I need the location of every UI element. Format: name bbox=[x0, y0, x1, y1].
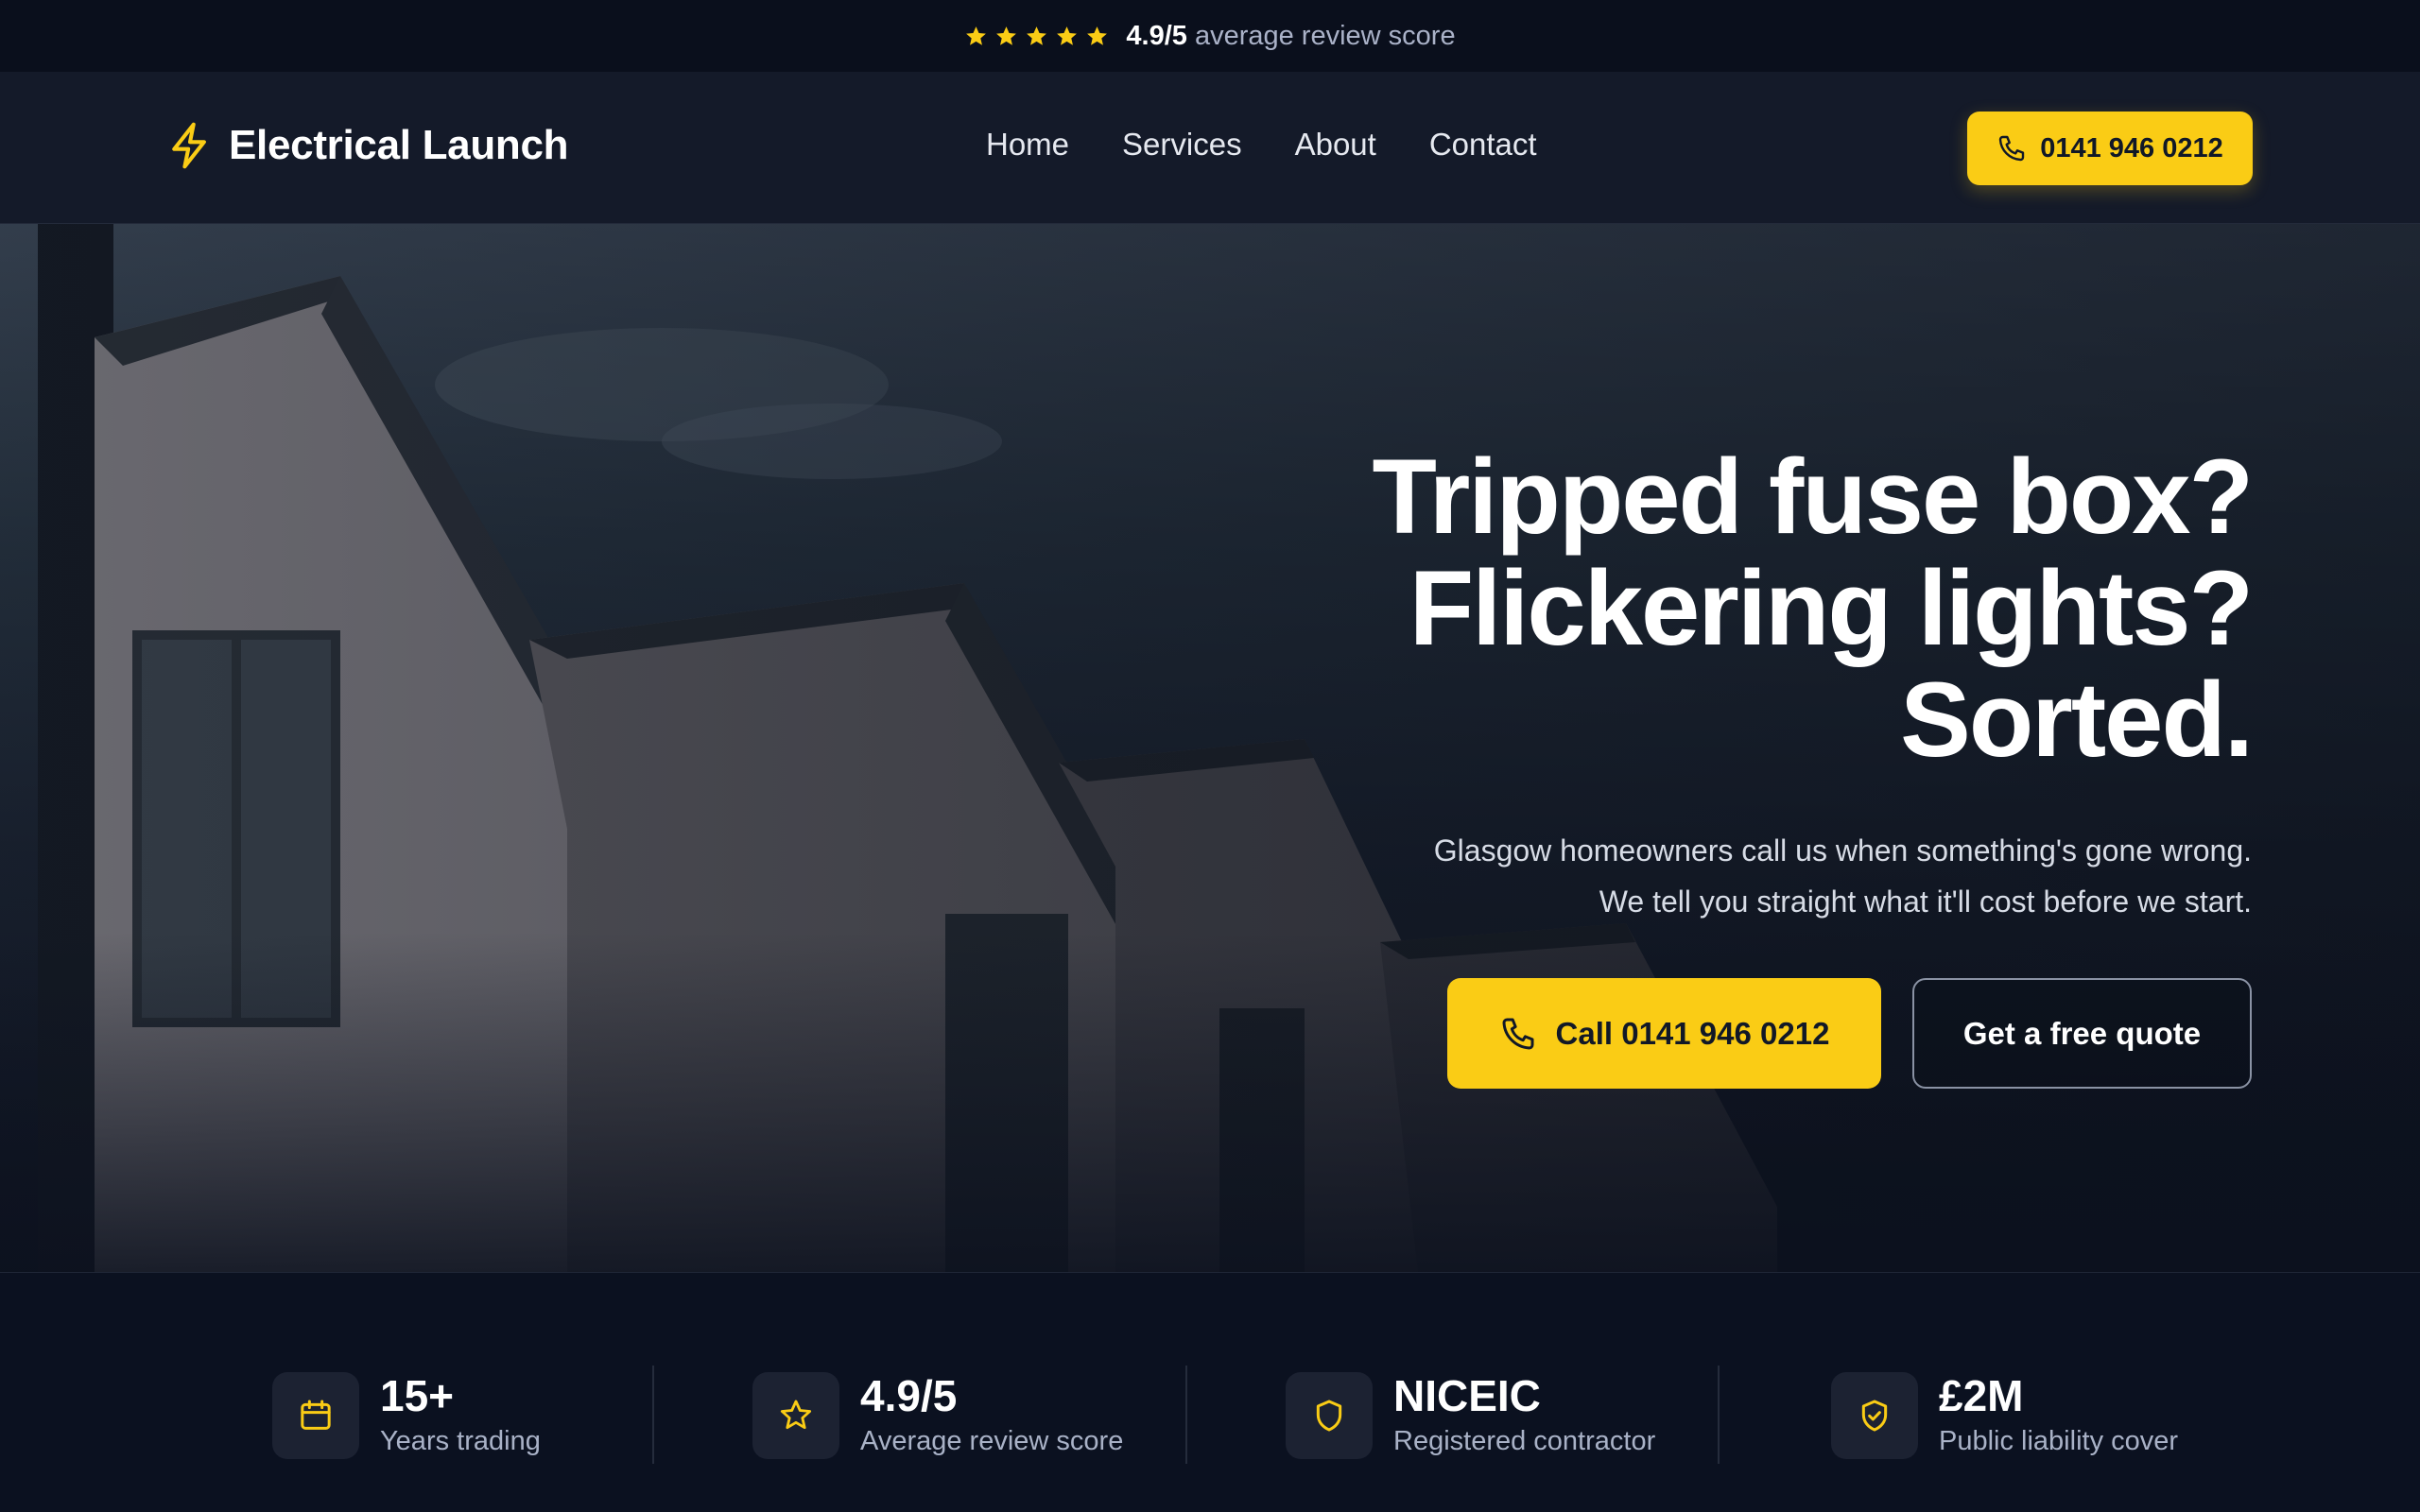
star-icon bbox=[1055, 25, 1079, 48]
phone-icon bbox=[1499, 1015, 1537, 1053]
stat-label: Registered contractor bbox=[1393, 1426, 1656, 1456]
logo[interactable]: Electrical Launch bbox=[168, 121, 569, 170]
stat-years-trading: 15+ Years trading bbox=[272, 1371, 541, 1460]
hero-subtitle: Glasgow homeowners call us when somethin… bbox=[1433, 833, 2252, 919]
star-icon bbox=[964, 25, 988, 48]
hero-actions: Call 0141 946 0212 Get a free quote bbox=[1447, 978, 2252, 1089]
main-nav: Home Services About Contact bbox=[986, 127, 1537, 163]
lightning-bolt-icon bbox=[168, 121, 212, 170]
stat-label: Years trading bbox=[380, 1426, 541, 1456]
rating-summary: 4.9/5 average review score bbox=[1126, 21, 1455, 52]
hero-content: Tripped fuse box? Flickering lights? Sor… bbox=[1212, 438, 2254, 927]
logo-text: Electrical Launch bbox=[229, 122, 569, 168]
calendar-icon bbox=[272, 1372, 359, 1459]
stat-value: £2M bbox=[1939, 1371, 2024, 1420]
header-call-button[interactable]: 0141 946 0212 bbox=[1967, 112, 2253, 185]
phone-icon bbox=[1996, 133, 2027, 163]
stat-value: NICEIC bbox=[1393, 1371, 1541, 1420]
star-icon bbox=[752, 1372, 839, 1459]
rating-score: 4.9/5 bbox=[1126, 20, 1187, 51]
rating-stars bbox=[964, 25, 1109, 48]
shield-check-icon bbox=[1831, 1372, 1918, 1459]
nav-link-services[interactable]: Services bbox=[1122, 127, 1242, 163]
hero-title-line: Flickering lights? bbox=[1409, 549, 2254, 667]
stat-niceic: NICEIC Registered contractor bbox=[1286, 1371, 1655, 1460]
stat-label: Public liability cover bbox=[1939, 1426, 2179, 1456]
rating-strip: 4.9/5 average review score bbox=[0, 0, 2420, 72]
star-icon bbox=[994, 25, 1018, 48]
stat-label: Average review score bbox=[860, 1426, 1124, 1456]
hero-title: Tripped fuse box? Flickering lights? Sor… bbox=[1212, 438, 2254, 779]
call-now-label: Call 0141 946 0212 bbox=[1555, 1015, 1830, 1051]
nav-link-about[interactable]: About bbox=[1295, 127, 1376, 163]
header-call-label: 0141 946 0212 bbox=[2040, 132, 2223, 163]
free-quote-label: Get a free quote bbox=[1962, 1015, 2202, 1051]
stat-value: 15+ bbox=[380, 1371, 455, 1420]
hero-title-line: Sorted. bbox=[1900, 661, 2254, 779]
nav-link-home[interactable]: Home bbox=[986, 127, 1069, 163]
hero-title-line: Tripped fuse box? bbox=[1372, 438, 2254, 556]
rating-caption: average review score bbox=[1194, 20, 1456, 51]
stat-divider bbox=[1718, 1366, 1720, 1464]
stat-review-score: 4.9/5 Average review score bbox=[752, 1371, 1123, 1460]
call-now-button[interactable]: Call 0141 946 0212 bbox=[1447, 978, 1881, 1089]
stats-bar: 15+ Years trading 4.9/5 Average review s… bbox=[0, 1272, 2420, 1512]
nav-link-contact[interactable]: Contact bbox=[1429, 127, 1537, 163]
free-quote-button[interactable]: Get a free quote bbox=[1912, 978, 2252, 1089]
stat-divider bbox=[1185, 1366, 1187, 1464]
star-icon bbox=[1085, 25, 1109, 48]
star-icon bbox=[1025, 25, 1048, 48]
shield-icon bbox=[1286, 1372, 1373, 1459]
stat-divider bbox=[652, 1366, 654, 1464]
site-header: Electrical Launch Home Services About Co… bbox=[0, 72, 2420, 224]
hero-section: Tripped fuse box? Flickering lights? Sor… bbox=[0, 224, 2420, 1272]
stat-liability: £2M Public liability cover bbox=[1831, 1371, 2178, 1460]
stat-value: 4.9/5 bbox=[860, 1371, 958, 1420]
